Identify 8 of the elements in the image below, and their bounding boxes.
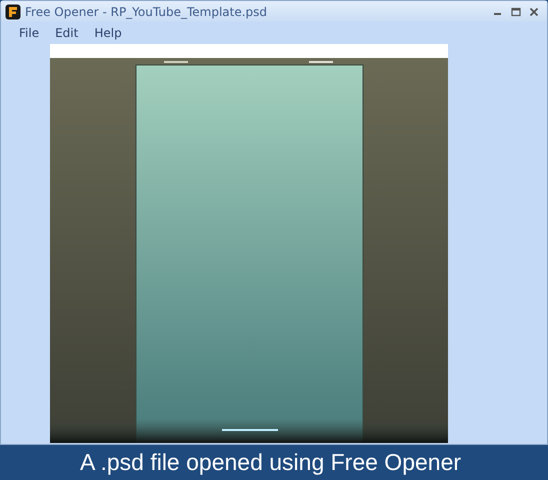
maximize-icon[interactable]: [511, 6, 521, 16]
app-logo-icon: [5, 4, 21, 20]
close-icon[interactable]: [529, 6, 539, 16]
window-title: Free Opener - RP_YouTube_Template.psd: [25, 4, 268, 18]
menu-item[interactable]: Help: [86, 26, 130, 40]
caption-text: A .psd file opened using Free Opener: [79, 448, 462, 477]
menu-item[interactable]: Edit: [47, 26, 86, 40]
menu-item[interactable]: File: [11, 26, 48, 40]
